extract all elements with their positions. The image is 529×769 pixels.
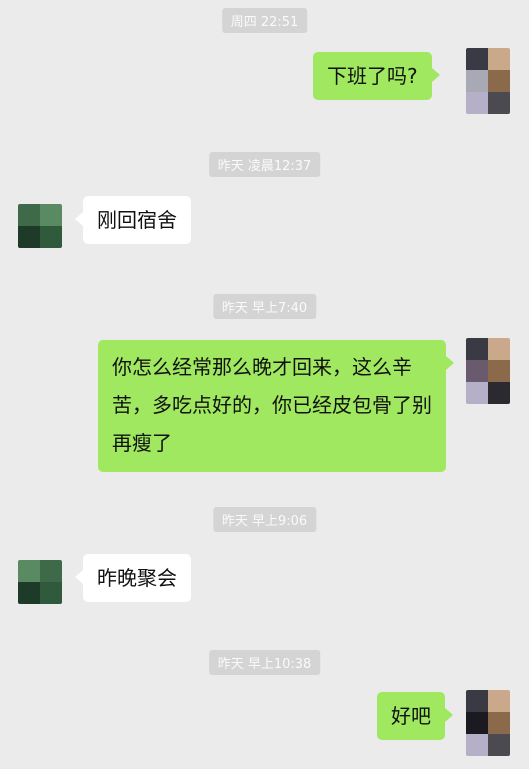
message-bubble-sent[interactable]: 好吧 xyxy=(377,692,453,740)
message-bubble-received[interactable]: 刚回宿舍 xyxy=(75,196,191,244)
avatar-pixel xyxy=(466,70,488,92)
avatar-pixel xyxy=(488,92,510,114)
avatar-pixel xyxy=(40,226,62,248)
avatar-pixel xyxy=(466,734,488,756)
timestamp: 昨天 早上10:38 xyxy=(208,650,321,675)
avatar-pixel xyxy=(40,204,62,226)
avatar-pixel xyxy=(466,92,488,114)
avatar-pixel xyxy=(466,712,488,734)
contact-avatar[interactable] xyxy=(18,560,62,604)
my-avatar[interactable] xyxy=(466,690,510,756)
timestamp: 昨天 早上9:06 xyxy=(212,507,317,532)
avatar-pixel xyxy=(18,582,40,604)
my-avatar[interactable] xyxy=(466,338,510,404)
avatar-pixel xyxy=(18,204,40,226)
avatar-pixel xyxy=(466,338,488,360)
avatar-pixel xyxy=(18,560,40,582)
avatar-pixel xyxy=(488,48,510,70)
timestamp: 昨天 凌晨12:37 xyxy=(208,152,321,177)
avatar-pixel xyxy=(488,690,510,712)
timestamp: 昨天 早上7:40 xyxy=(212,294,317,319)
avatar-pixel xyxy=(488,734,510,756)
avatar-pixel xyxy=(466,48,488,70)
message-bubble-sent[interactable]: 下班了吗? xyxy=(313,52,440,100)
avatar-pixel xyxy=(466,690,488,712)
avatar-pixel xyxy=(488,382,510,404)
avatar-pixel xyxy=(488,338,510,360)
avatar-pixel xyxy=(40,560,62,582)
my-avatar[interactable] xyxy=(466,48,510,114)
avatar-pixel xyxy=(466,382,488,404)
message-bubble-sent[interactable]: 你怎么经常那么晚才回来，这么辛苦，多吃点好的，你已经皮包骨了别再瘦了 xyxy=(98,340,454,472)
avatar-pixel xyxy=(466,360,488,382)
avatar-pixel xyxy=(18,226,40,248)
avatar-pixel xyxy=(488,712,510,734)
avatar-pixel xyxy=(488,360,510,382)
message-bubble-received[interactable]: 昨晚聚会 xyxy=(75,554,191,602)
timestamp: 周四 22:51 xyxy=(221,8,308,33)
contact-avatar[interactable] xyxy=(18,204,62,248)
avatar-pixel xyxy=(40,582,62,604)
avatar-pixel xyxy=(488,70,510,92)
